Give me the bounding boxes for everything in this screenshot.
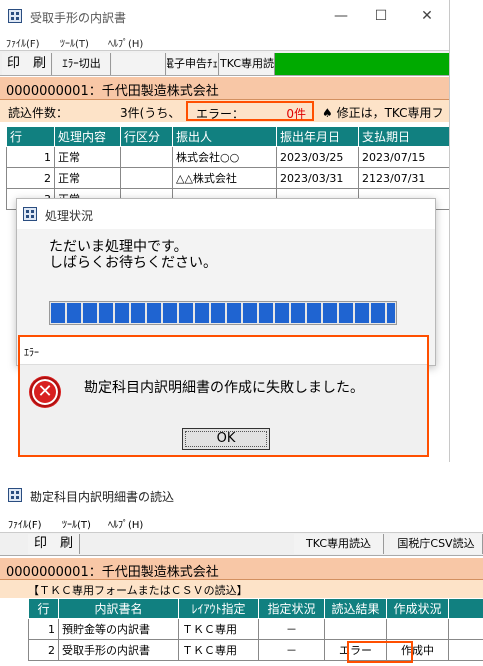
e-filing-check-button[interactable]: 電子申告ﾁｪ [167, 53, 219, 75]
receivable-notes-window: 受取手形の内訳書 — ☐ ✕ ﾌｧｲﾙ(F) ﾂｰﾙ(T) ﾍﾙﾌﾟ(H) 印 … [0, 0, 450, 462]
count-label: 読込件数： [8, 106, 69, 120]
error-extract-button[interactable]: ｴﾗｰ切出 [53, 53, 111, 75]
table-row[interactable]: 1 預貯金等の内訳書 ＴＫＣ専用 － [28, 618, 483, 640]
col-layout: ﾚｲｱｳﾄ指定 [178, 598, 259, 619]
menu-file[interactable]: ﾌｧｲﾙ(F) [8, 516, 42, 531]
cell-due-date[interactable]: 2123/07/31 [358, 167, 449, 189]
progress-bar-fill [51, 303, 395, 323]
col-statement-name: 内訳書名 [58, 598, 179, 619]
error-dialog: ｴﾗｰ ✕ 勘定科目内訳明細書の作成に失敗しました。 OK [18, 335, 429, 457]
progress-line-2: しばらくお待ちください。 [49, 255, 217, 271]
error-dialog-title-bar: ｴﾗｰ [20, 337, 427, 365]
progress-message: ただいま処理中です。 しばらくお待ちください。 [49, 239, 217, 271]
cell-drawer[interactable]: 株式会社○○ [172, 146, 277, 168]
company-header: 0000000001：千代田製造株式会社 [0, 558, 483, 580]
maximize-button[interactable]: ☐ [366, 6, 396, 26]
statement-import-window: 勘定科目内訳明細書の読込 ﾌｧｲﾙ(F) ﾂｰﾙ(T) ﾍﾙﾌﾟ(H) 印 刷 … [0, 478, 483, 666]
tkc-import-button[interactable]: TKC専用読込 [220, 53, 275, 75]
cell-process[interactable]: 正常 [54, 167, 121, 189]
company-name: 0000000001：千代田製造株式会社 [6, 84, 219, 99]
nta-csv-import-button[interactable]: 国税庁CSV読込 [390, 534, 483, 554]
cell-layout[interactable]: ＴＫＣ専用 [178, 639, 259, 661]
error-message: 勘定科目内訳明細書の作成に失敗しました。 [84, 380, 364, 396]
section-header: 【ＴＫＣ専用フォームまたはＣＳＶの読込】 [0, 580, 483, 598]
col-due-date: 支払期日 [358, 126, 449, 147]
toolbar: 印 刷 ｴﾗｰ切出 電子申告ﾁｪ TKC専用読込 [0, 50, 449, 76]
menu-help[interactable]: ﾍﾙﾌﾟ(H) [108, 35, 143, 50]
cell-row[interactable]: 1 [28, 618, 59, 640]
progress-line-1: ただいま処理中です。 [49, 239, 188, 255]
cell-row-type[interactable] [120, 167, 173, 189]
cell-row-type[interactable] [120, 146, 173, 168]
col-issue-date: 振出年月日 [276, 126, 359, 147]
import-grid: 行 内訳書名 ﾚｲｱｳﾄ指定 指定状況 読込結果 作成状況 1 預貯金等の内訳書… [28, 598, 483, 661]
cell-creation-status[interactable] [386, 618, 449, 640]
cell-issue-date[interactable]: 2023/03/25 [276, 146, 359, 168]
cell-row[interactable]: 1 [6, 146, 55, 168]
tkc-import-button[interactable]: TKC専用読込 [294, 534, 384, 554]
note-text: ♠ 修正は，TKC専用フ [322, 106, 444, 120]
import-error-highlight [347, 641, 413, 663]
cell-import-result[interactable] [324, 618, 387, 640]
cell-extra[interactable] [448, 618, 483, 640]
cell-process[interactable]: 正常 [54, 146, 121, 168]
company-header: 0000000001：千代田製造株式会社 [0, 77, 449, 100]
error-dialog-title: ｴﾗｰ [24, 348, 39, 359]
col-row-type: 行区分 [120, 126, 173, 147]
print-button[interactable]: 印 刷 [28, 534, 80, 554]
cell-row[interactable]: 2 [28, 639, 59, 661]
error-count-highlight: エラー： 0件 [186, 101, 314, 121]
cell-layout[interactable]: ＴＫＣ専用 [178, 618, 259, 640]
col-extra [448, 598, 483, 619]
minimize-button[interactable]: — [326, 6, 356, 26]
col-drawer: 振出人 [172, 126, 277, 147]
menu-file[interactable]: ﾌｧｲﾙ(F) [6, 35, 40, 50]
menu-help[interactable]: ﾍﾙﾌﾟ(H) [108, 516, 143, 531]
progress-dialog-title: 処理状況 [45, 209, 94, 223]
cell-statement-name[interactable]: 受取手形の内訳書 [58, 639, 179, 661]
col-row: 行 [6, 126, 55, 147]
progress-bar [49, 301, 397, 325]
menu-tools[interactable]: ﾂｰﾙ(T) [62, 516, 91, 531]
cell-designation-status[interactable]: － [258, 618, 325, 640]
cell-row[interactable]: 2 [6, 167, 55, 189]
title-bar: 勘定科目内訳明細書の読込 [0, 478, 483, 510]
cell-issue-date[interactable]: 2023/03/31 [276, 167, 359, 189]
col-creation-status: 作成状況 [386, 598, 449, 619]
app-icon [8, 488, 22, 502]
window-title: 受取手形の内訳書 [30, 11, 127, 25]
table-row[interactable]: 1 正常 株式会社○○ 2023/03/25 2023/07/15 [6, 146, 449, 168]
cell-extra[interactable] [448, 639, 483, 661]
table-row[interactable]: 2 受取手形の内訳書 ＴＫＣ専用 － エラー 作成中 [28, 639, 483, 661]
print-button[interactable]: 印 刷 [2, 53, 52, 75]
cell-statement-name[interactable]: 預貯金等の内訳書 [58, 618, 179, 640]
error-count: 0件 [286, 107, 306, 121]
section-title: 【ＴＫＣ専用フォームまたはＣＳＶの読込】 [28, 584, 248, 597]
close-button[interactable]: ✕ [412, 6, 442, 26]
title-bar: 受取手形の内訳書 — ☐ ✕ [0, 0, 449, 32]
col-designation-status: 指定状況 [258, 598, 325, 619]
error-label: エラー： [196, 107, 245, 121]
blank-button[interactable] [112, 53, 166, 75]
col-import-result: 読込結果 [324, 598, 387, 619]
menu-bar: ﾌｧｲﾙ(F) ﾂｰﾙ(T) ﾍﾙﾌﾟ(H) [0, 32, 449, 50]
status-bar-green [275, 53, 449, 75]
company-name: 0000000001：千代田製造株式会社 [6, 565, 219, 580]
window-title: 勘定科目内訳明細書の読込 [30, 490, 175, 504]
col-process: 処理内容 [54, 126, 121, 147]
table-row[interactable]: 2 正常 △△株式会社 2023/03/31 2123/07/31 [6, 167, 449, 189]
toolbar: 印 刷 TKC専用読込 国税庁CSV読込 [0, 532, 483, 556]
cell-designation-status[interactable]: － [258, 639, 325, 661]
menu-tools[interactable]: ﾂｰﾙ(T) [60, 35, 89, 50]
error-icon: ✕ [30, 377, 60, 407]
cell-drawer[interactable]: △△株式会社 [172, 167, 277, 189]
progress-dialog-title-bar: 処理状況 [17, 199, 435, 229]
app-icon [8, 9, 22, 23]
col-row: 行 [28, 598, 59, 619]
count-value: 3件(うち、 [120, 106, 181, 120]
app-icon [23, 207, 37, 221]
ok-button[interactable]: OK [182, 428, 270, 450]
cell-due-date[interactable]: 2023/07/15 [358, 146, 449, 168]
menu-bar: ﾌｧｲﾙ(F) ﾂｰﾙ(T) ﾍﾙﾌﾟ(H) [0, 512, 483, 531]
